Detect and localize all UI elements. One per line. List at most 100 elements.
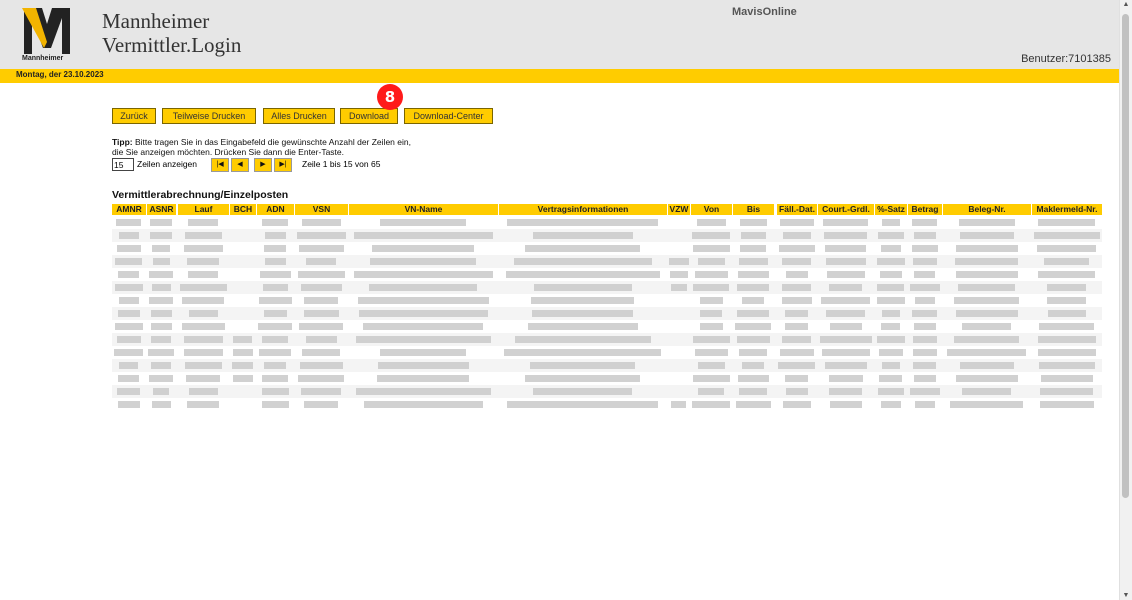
table-cell (733, 216, 774, 229)
table-cell (691, 398, 732, 411)
table-cell (295, 242, 348, 255)
table-cell (818, 281, 874, 294)
scroll-thumb[interactable] (1122, 14, 1129, 498)
table-row[interactable] (112, 281, 1102, 294)
table-cell (818, 242, 874, 255)
user-info: Benutzer:7101385 (1021, 53, 1111, 65)
column-header[interactable]: VSN (295, 204, 348, 215)
column-header[interactable]: Maklermeld-Nr. (1032, 204, 1102, 215)
table-cell (818, 255, 874, 268)
table-cell (1032, 359, 1102, 372)
column-header[interactable]: BCH (230, 204, 256, 215)
table-row[interactable] (112, 307, 1102, 320)
column-header[interactable]: ADN (257, 204, 294, 215)
table-cell (178, 359, 229, 372)
table-cell (875, 294, 907, 307)
table-row[interactable] (112, 229, 1102, 242)
table-cell (908, 398, 942, 411)
column-header[interactable]: Betrag (908, 204, 942, 215)
table-row[interactable] (112, 398, 1102, 411)
column-header[interactable]: AMNR (112, 204, 146, 215)
column-header[interactable]: Vertragsinformationen (499, 204, 667, 215)
column-header[interactable]: %-Satz (875, 204, 907, 215)
table-cell (668, 333, 690, 346)
table-row[interactable] (112, 268, 1102, 281)
table-cell (818, 216, 874, 229)
scroll-up-arrow-icon[interactable]: ▲ (1122, 1, 1130, 8)
column-header[interactable]: Court.-Grdl. (818, 204, 874, 215)
column-header[interactable]: Von (691, 204, 732, 215)
table-cell (230, 229, 256, 242)
date-bar: Montag, der 23.10.2023 (0, 69, 1120, 83)
column-header[interactable]: Bis (733, 204, 774, 215)
table-cell (257, 320, 294, 333)
table-cell (257, 216, 294, 229)
table-cell (499, 307, 667, 320)
table-cell (943, 398, 1031, 411)
table-cell (1032, 333, 1102, 346)
first-page-icon[interactable]: |◀ (211, 158, 229, 172)
table-cell (230, 320, 256, 333)
table-cell (1032, 294, 1102, 307)
table-cell (112, 268, 146, 281)
table-cell (908, 229, 942, 242)
table-cell (230, 281, 256, 294)
download-center-button[interactable]: Download-Center (404, 108, 493, 124)
brand-name: Mannheimer (102, 9, 210, 33)
table-cell (499, 242, 667, 255)
table-row[interactable] (112, 346, 1102, 359)
table-cell (875, 320, 907, 333)
prev-page-icon[interactable]: ◀ (231, 158, 249, 172)
table-cell (112, 216, 146, 229)
table-row[interactable] (112, 216, 1102, 229)
last-page-icon[interactable]: ▶| (274, 158, 292, 172)
table-cell (295, 268, 348, 281)
table-cell (908, 268, 942, 281)
table-header: AMNR ASNR Lauf BCH ADN VSN VN-Name Vertragsinfo… (112, 204, 1102, 215)
table-cell (908, 359, 942, 372)
table-cell (668, 294, 690, 307)
table-cell (112, 359, 146, 372)
vertical-scrollbar[interactable]: ▲ ▼ (1119, 0, 1132, 600)
table-cell (777, 359, 817, 372)
table-cell (733, 320, 774, 333)
table-cell (733, 294, 774, 307)
table-cell (1032, 281, 1102, 294)
table-row[interactable] (112, 359, 1102, 372)
table-cell (668, 398, 690, 411)
table-cell (1032, 320, 1102, 333)
table-row[interactable] (112, 372, 1102, 385)
print-all-button[interactable]: Alles Drucken (263, 108, 335, 124)
table-row[interactable] (112, 255, 1102, 268)
table-cell (943, 346, 1031, 359)
table-cell (668, 385, 690, 398)
table-row[interactable] (112, 242, 1102, 255)
table-row[interactable] (112, 385, 1102, 398)
column-header[interactable]: Lauf (178, 204, 229, 215)
download-button[interactable]: Download (340, 108, 398, 124)
table-cell (295, 346, 348, 359)
column-header[interactable]: ASNR (147, 204, 176, 215)
column-header[interactable]: VN-Name (349, 204, 498, 215)
scroll-down-arrow-icon[interactable]: ▼ (1122, 592, 1130, 599)
rows-count-input[interactable] (112, 158, 134, 171)
table-cell (818, 333, 874, 346)
table-cell (349, 229, 498, 242)
back-button[interactable]: Zurück (112, 108, 156, 124)
column-header[interactable]: VZW (668, 204, 690, 215)
table-cell (733, 346, 774, 359)
column-header[interactable]: Fäll.-Dat. (777, 204, 817, 215)
table-cell (733, 268, 774, 281)
table-cell (499, 320, 667, 333)
table-row[interactable] (112, 320, 1102, 333)
column-header[interactable]: Beleg-Nr. (943, 204, 1031, 215)
table-row[interactable] (112, 333, 1102, 346)
table-cell (668, 229, 690, 242)
next-page-icon[interactable]: ▶ (254, 158, 272, 172)
table-cell (733, 229, 774, 242)
table-cell (668, 242, 690, 255)
print-partial-button[interactable]: Teilweise Drucken (162, 108, 256, 124)
current-date: Montag, der 23.10.2023 (16, 70, 104, 79)
table-cell (257, 242, 294, 255)
table-row[interactable] (112, 294, 1102, 307)
